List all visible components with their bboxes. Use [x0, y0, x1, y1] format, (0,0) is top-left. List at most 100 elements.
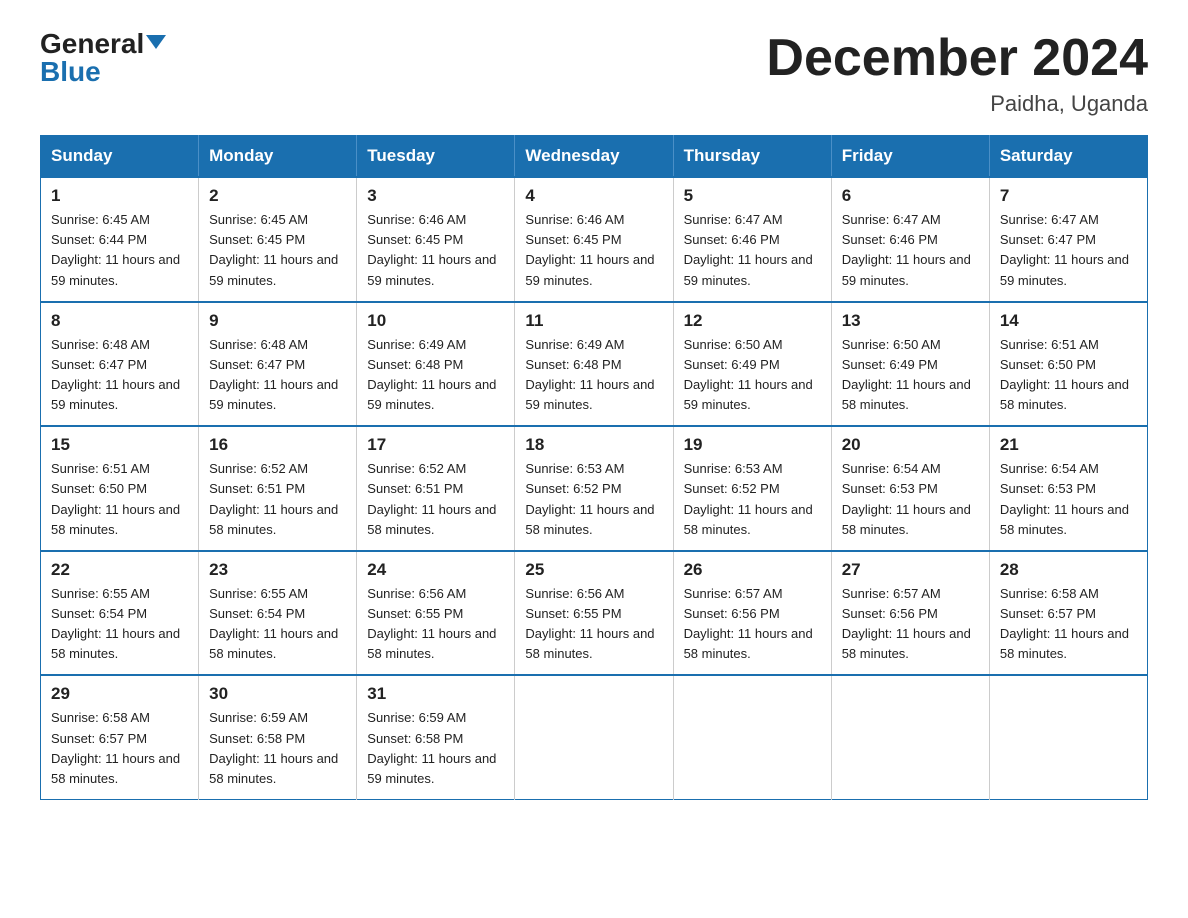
calendar-cell: 12Sunrise: 6:50 AMSunset: 6:49 PMDayligh…	[673, 302, 831, 427]
day-info: Sunrise: 6:49 AMSunset: 6:48 PMDaylight:…	[367, 335, 504, 416]
day-number: 21	[1000, 435, 1137, 455]
day-info: Sunrise: 6:46 AMSunset: 6:45 PMDaylight:…	[367, 210, 504, 291]
logo-triangle-icon	[146, 35, 166, 49]
day-info: Sunrise: 6:46 AMSunset: 6:45 PMDaylight:…	[525, 210, 662, 291]
calendar-week-row: 8 Sunrise: 6:48 AMSunset: 6:47 PMDaylight…	[41, 302, 1148, 427]
day-info: Sunrise: 6:56 AMSunset: 6:55 PMDaylight:…	[367, 584, 504, 665]
day-number: 4	[525, 186, 662, 206]
logo-general: General	[40, 30, 144, 58]
calendar-week-row: 29Sunrise: 6:58 AMSunset: 6:57 PMDayligh…	[41, 675, 1148, 799]
calendar-cell: 24Sunrise: 6:56 AMSunset: 6:55 PMDayligh…	[357, 551, 515, 676]
column-header-wednesday: Wednesday	[515, 136, 673, 178]
calendar-cell: 25 Sunrise: 6:56 AMSunset: 6:55 PMDayligh…	[515, 551, 673, 676]
day-number: 28	[1000, 560, 1137, 580]
day-number: 9	[209, 311, 346, 331]
column-header-tuesday: Tuesday	[357, 136, 515, 178]
calendar-cell: 13 Sunrise: 6:50 AMSunset: 6:49 PMDayligh…	[831, 302, 989, 427]
day-number: 7	[1000, 186, 1137, 206]
calendar-cell: 6 Sunrise: 6:47 AMSunset: 6:46 PMDaylight…	[831, 177, 989, 302]
page-header: General Blue December 2024 Paidha, Ugand…	[40, 30, 1148, 117]
column-header-monday: Monday	[199, 136, 357, 178]
calendar-cell: 14 Sunrise: 6:51 AMSunset: 6:50 PMDayligh…	[989, 302, 1147, 427]
day-info: Sunrise: 6:51 AMSunset: 6:50 PMDaylight:…	[1000, 335, 1137, 416]
day-number: 18	[525, 435, 662, 455]
column-header-saturday: Saturday	[989, 136, 1147, 178]
day-number: 22	[51, 560, 188, 580]
calendar-cell: 8Sunrise: 6:48 AMSunset: 6:47 PMDaylight…	[41, 302, 199, 427]
day-info: Sunrise: 6:53 AMSunset: 6:52 PMDaylight:…	[684, 459, 821, 540]
day-number: 26	[684, 560, 821, 580]
day-number: 5	[684, 186, 821, 206]
day-number: 6	[842, 186, 979, 206]
day-number: 13	[842, 311, 979, 331]
calendar-cell: 2 Sunrise: 6:45 AMSunset: 6:45 PMDaylight…	[199, 177, 357, 302]
day-number: 31	[367, 684, 504, 704]
calendar-cell: 22 Sunrise: 6:55 AMSunset: 6:54 PMDayligh…	[41, 551, 199, 676]
calendar-table: SundayMondayTuesdayWednesdayThursdayFrid…	[40, 135, 1148, 800]
day-info: Sunrise: 6:57 AMSunset: 6:56 PMDaylight:…	[684, 584, 821, 665]
calendar-cell: 28 Sunrise: 6:58 AMSunset: 6:57 PMDayligh…	[989, 551, 1147, 676]
calendar-cell: 5 Sunrise: 6:47 AMSunset: 6:46 PMDaylight…	[673, 177, 831, 302]
calendar-cell: 16 Sunrise: 6:52 AMSunset: 6:51 PMDayligh…	[199, 426, 357, 551]
day-number: 14	[1000, 311, 1137, 331]
day-info: Sunrise: 6:55 AMSunset: 6:54 PMDaylight:…	[51, 584, 188, 665]
day-number: 19	[684, 435, 821, 455]
day-info: Sunrise: 6:49 AMSunset: 6:48 PMDaylight:…	[525, 335, 662, 416]
day-info: Sunrise: 6:54 AMSunset: 6:53 PMDaylight:…	[1000, 459, 1137, 540]
day-info: Sunrise: 6:45 AMSunset: 6:45 PMDaylight:…	[209, 210, 346, 291]
calendar-cell: 17 Sunrise: 6:52 AMSunset: 6:51 PMDayligh…	[357, 426, 515, 551]
calendar-cell	[989, 675, 1147, 799]
day-info: Sunrise: 6:57 AMSunset: 6:56 PMDaylight:…	[842, 584, 979, 665]
calendar-cell: 9 Sunrise: 6:48 AMSunset: 6:47 PMDaylight…	[199, 302, 357, 427]
day-number: 1	[51, 186, 188, 206]
day-number: 17	[367, 435, 504, 455]
day-info: Sunrise: 6:45 AMSunset: 6:44 PMDaylight:…	[51, 210, 188, 291]
day-number: 10	[367, 311, 504, 331]
calendar-cell	[831, 675, 989, 799]
day-number: 11	[525, 311, 662, 331]
calendar-cell: 11 Sunrise: 6:49 AMSunset: 6:48 PMDayligh…	[515, 302, 673, 427]
day-info: Sunrise: 6:56 AMSunset: 6:55 PMDaylight:…	[525, 584, 662, 665]
day-number: 20	[842, 435, 979, 455]
day-number: 2	[209, 186, 346, 206]
day-info: Sunrise: 6:50 AMSunset: 6:49 PMDaylight:…	[842, 335, 979, 416]
day-number: 25	[525, 560, 662, 580]
column-header-sunday: Sunday	[41, 136, 199, 178]
day-number: 8	[51, 311, 188, 331]
day-number: 23	[209, 560, 346, 580]
day-info: Sunrise: 6:48 AMSunset: 6:47 PMDaylight:…	[209, 335, 346, 416]
title-area: December 2024 Paidha, Uganda	[766, 30, 1148, 117]
day-number: 27	[842, 560, 979, 580]
calendar-cell: 19 Sunrise: 6:53 AMSunset: 6:52 PMDayligh…	[673, 426, 831, 551]
day-info: Sunrise: 6:52 AMSunset: 6:51 PMDaylight:…	[367, 459, 504, 540]
day-info: Sunrise: 6:59 AMSunset: 6:58 PMDaylight:…	[209, 708, 346, 789]
calendar-cell: 4 Sunrise: 6:46 AMSunset: 6:45 PMDaylight…	[515, 177, 673, 302]
calendar-cell: 27 Sunrise: 6:57 AMSunset: 6:56 PMDayligh…	[831, 551, 989, 676]
calendar-cell	[515, 675, 673, 799]
calendar-cell: 1 Sunrise: 6:45 AMSunset: 6:44 PMDaylight…	[41, 177, 199, 302]
day-number: 16	[209, 435, 346, 455]
day-info: Sunrise: 6:53 AMSunset: 6:52 PMDaylight:…	[525, 459, 662, 540]
calendar-cell: 20 Sunrise: 6:54 AMSunset: 6:53 PMDayligh…	[831, 426, 989, 551]
day-info: Sunrise: 6:54 AMSunset: 6:53 PMDaylight:…	[842, 459, 979, 540]
logo: General Blue	[40, 30, 166, 86]
day-info: Sunrise: 6:47 AMSunset: 6:46 PMDaylight:…	[684, 210, 821, 291]
day-info: Sunrise: 6:50 AMSunset: 6:49 PMDaylight:…	[684, 335, 821, 416]
calendar-cell: 7 Sunrise: 6:47 AMSunset: 6:47 PMDaylight…	[989, 177, 1147, 302]
calendar-week-row: 1 Sunrise: 6:45 AMSunset: 6:44 PMDaylight…	[41, 177, 1148, 302]
calendar-cell: 29Sunrise: 6:58 AMSunset: 6:57 PMDayligh…	[41, 675, 199, 799]
day-info: Sunrise: 6:51 AMSunset: 6:50 PMDaylight:…	[51, 459, 188, 540]
calendar-cell: 26 Sunrise: 6:57 AMSunset: 6:56 PMDayligh…	[673, 551, 831, 676]
calendar-cell: 21 Sunrise: 6:54 AMSunset: 6:53 PMDayligh…	[989, 426, 1147, 551]
day-info: Sunrise: 6:47 AMSunset: 6:46 PMDaylight:…	[842, 210, 979, 291]
column-header-friday: Friday	[831, 136, 989, 178]
calendar-cell	[673, 675, 831, 799]
day-info: Sunrise: 6:55 AMSunset: 6:54 PMDaylight:…	[209, 584, 346, 665]
day-info: Sunrise: 6:52 AMSunset: 6:51 PMDaylight:…	[209, 459, 346, 540]
calendar-cell: 15Sunrise: 6:51 AMSunset: 6:50 PMDayligh…	[41, 426, 199, 551]
day-info: Sunrise: 6:58 AMSunset: 6:57 PMDaylight:…	[1000, 584, 1137, 665]
month-title: December 2024	[766, 30, 1148, 87]
day-info: Sunrise: 6:58 AMSunset: 6:57 PMDaylight:…	[51, 708, 188, 789]
day-info: Sunrise: 6:47 AMSunset: 6:47 PMDaylight:…	[1000, 210, 1137, 291]
calendar-week-row: 22 Sunrise: 6:55 AMSunset: 6:54 PMDayligh…	[41, 551, 1148, 676]
